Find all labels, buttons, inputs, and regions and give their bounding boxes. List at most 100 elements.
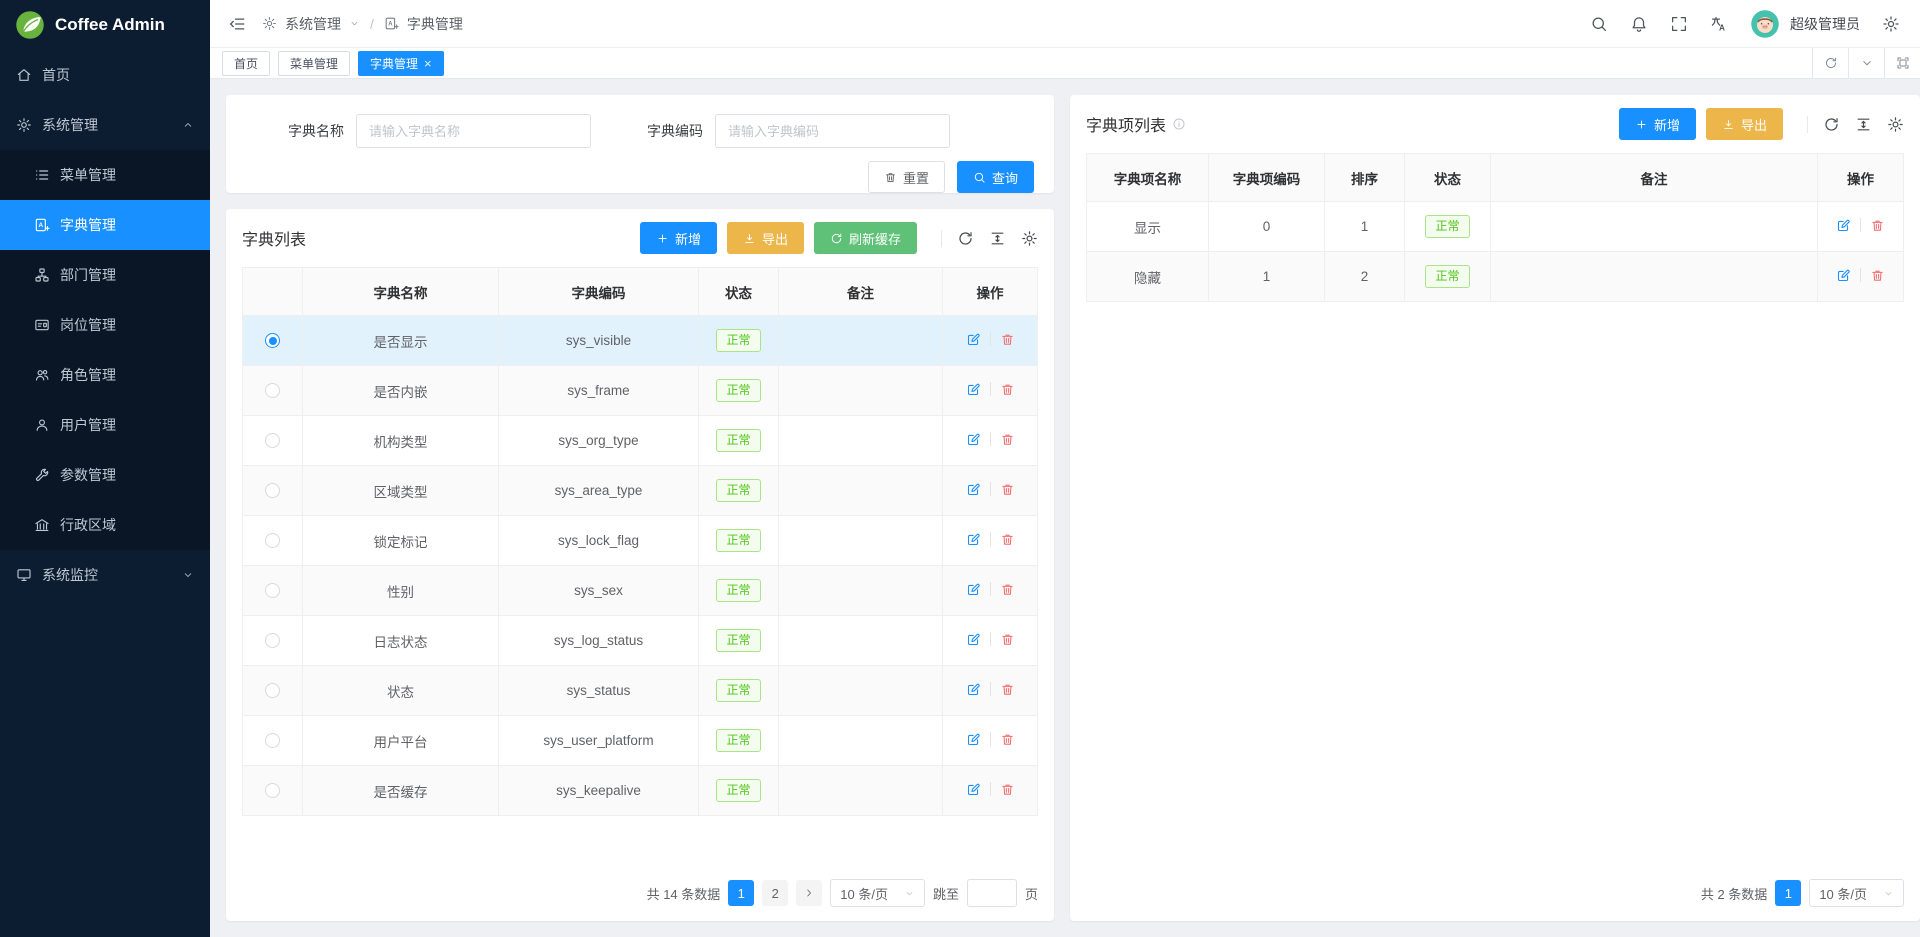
column-header: 状态 <box>1405 154 1491 202</box>
sidebar-group-system[interactable]: 系统管理 <box>0 100 210 150</box>
export-button[interactable]: 导出 <box>727 222 804 254</box>
delete-icon[interactable] <box>1000 532 1015 547</box>
refresh-icon[interactable] <box>957 230 974 247</box>
edit-icon[interactable] <box>966 632 981 647</box>
table-row[interactable]: 是否内嵌sys_frame正常 <box>243 366 1038 416</box>
delete-icon[interactable] <box>1870 218 1885 233</box>
line-height-icon[interactable] <box>1855 116 1872 133</box>
delete-icon[interactable] <box>1870 268 1885 283</box>
delete-icon[interactable] <box>1000 332 1015 347</box>
row-radio[interactable] <box>265 433 280 448</box>
page-size-select[interactable]: 10 条/页 <box>830 879 925 907</box>
page-button-1[interactable]: 1 <box>1775 880 1801 906</box>
edit-icon[interactable] <box>966 382 981 397</box>
refresh-tab-button[interactable] <box>1812 48 1848 78</box>
next-page-button[interactable] <box>796 880 822 906</box>
delete-icon[interactable] <box>1000 432 1015 447</box>
tab-options-button[interactable] <box>1848 48 1884 78</box>
table-row[interactable]: 隐藏12正常 <box>1087 252 1904 302</box>
add-button[interactable]: 新增 <box>640 222 717 254</box>
sidebar-item-label: 岗位管理 <box>60 315 116 335</box>
chevron-down-icon[interactable] <box>349 18 360 29</box>
edit-icon[interactable] <box>1836 268 1851 283</box>
column-header: 字典名称 <box>303 268 499 316</box>
dict-table: 字典名称 字典编码 状态 备注 操作 是否显示sys_visible正常是否内嵌… <box>242 267 1038 816</box>
delete-icon[interactable] <box>1000 782 1015 797</box>
translate-icon[interactable]: A <box>1710 15 1728 33</box>
table-row[interactable]: 显示01正常 <box>1087 202 1904 252</box>
settings-gear-icon[interactable] <box>1882 15 1900 33</box>
edit-icon[interactable] <box>966 432 981 447</box>
edit-icon[interactable] <box>966 732 981 747</box>
row-radio[interactable] <box>265 483 280 498</box>
table-row[interactable]: 性别sys_sex正常 <box>243 566 1038 616</box>
page-button-2[interactable]: 2 <box>762 880 788 906</box>
query-button[interactable]: 查询 <box>957 161 1034 193</box>
search-icon[interactable] <box>1590 15 1608 33</box>
refresh-cache-button[interactable]: 刷新缓存 <box>814 222 917 254</box>
line-height-icon[interactable] <box>989 230 1006 247</box>
breadcrumb-parent[interactable]: 系统管理 <box>285 14 341 34</box>
sidebar-item-home[interactable]: 首页 <box>0 50 210 100</box>
menu-fold-icon[interactable] <box>228 15 246 33</box>
bell-icon[interactable] <box>1630 15 1648 33</box>
sidebar-item-dept-mgmt[interactable]: 部门管理 <box>0 250 210 300</box>
row-radio[interactable] <box>265 383 280 398</box>
dict-name-input[interactable] <box>356 114 591 148</box>
maximize-button[interactable] <box>1884 48 1920 78</box>
row-radio[interactable] <box>265 633 280 648</box>
edit-icon[interactable] <box>966 332 981 347</box>
edit-icon[interactable] <box>966 532 981 547</box>
sidebar-item-dict-mgmt[interactable]: A 字典管理 <box>0 200 210 250</box>
row-radio[interactable] <box>265 683 280 698</box>
edit-icon[interactable] <box>966 682 981 697</box>
export-item-button[interactable]: 导出 <box>1706 108 1783 140</box>
sidebar-item-param-mgmt[interactable]: 参数管理 <box>0 450 210 500</box>
page-size-select[interactable]: 10 条/页 <box>1809 879 1904 907</box>
refresh-icon[interactable] <box>1823 116 1840 133</box>
table-row[interactable]: 用户平台sys_user_platform正常 <box>243 716 1038 766</box>
row-radio[interactable] <box>265 533 280 548</box>
fullscreen-icon[interactable] <box>1670 15 1688 33</box>
delete-icon[interactable] <box>1000 632 1015 647</box>
page-button-1[interactable]: 1 <box>728 880 754 906</box>
jump-page-input[interactable] <box>967 879 1017 907</box>
tab-close-icon[interactable]: × <box>424 57 432 70</box>
reset-button[interactable]: 重置 <box>868 161 945 193</box>
column-settings-gear-icon[interactable] <box>1021 230 1038 247</box>
edit-icon[interactable] <box>966 782 981 797</box>
table-row[interactable]: 机构类型sys_org_type正常 <box>243 416 1038 466</box>
row-radio[interactable] <box>265 783 280 798</box>
sidebar-item-admin-region[interactable]: 行政区域 <box>0 500 210 550</box>
row-radio[interactable] <box>265 583 280 598</box>
row-radio[interactable] <box>265 733 280 748</box>
table-row[interactable]: 区域类型sys_area_type正常 <box>243 466 1038 516</box>
add-item-button[interactable]: 新增 <box>1619 108 1696 140</box>
edit-icon[interactable] <box>966 582 981 597</box>
delete-icon[interactable] <box>1000 582 1015 597</box>
table-row[interactable]: 是否缓存sys_keepalive正常 <box>243 766 1038 816</box>
tab-home[interactable]: 首页 <box>222 51 270 76</box>
column-settings-gear-icon[interactable] <box>1887 116 1904 133</box>
table-row[interactable]: 日志状态sys_log_status正常 <box>243 616 1038 666</box>
edit-icon[interactable] <box>966 482 981 497</box>
sidebar-item-post-mgmt[interactable]: 岗位管理 <box>0 300 210 350</box>
edit-icon[interactable] <box>1836 218 1851 233</box>
table-row[interactable]: 锁定标记sys_lock_flag正常 <box>243 516 1038 566</box>
avatar[interactable] <box>1750 9 1780 39</box>
row-radio[interactable] <box>265 333 280 348</box>
sidebar-item-menu-mgmt[interactable]: 菜单管理 <box>0 150 210 200</box>
user-name[interactable]: 超级管理员 <box>1790 14 1860 34</box>
delete-icon[interactable] <box>1000 482 1015 497</box>
sidebar-group-monitor[interactable]: 系统监控 <box>0 550 210 600</box>
delete-icon[interactable] <box>1000 732 1015 747</box>
dict-code-input[interactable] <box>715 114 950 148</box>
table-row[interactable]: 是否显示sys_visible正常 <box>243 316 1038 366</box>
tab-dict-mgmt[interactable]: 字典管理 × <box>358 51 444 76</box>
table-row[interactable]: 状态sys_status正常 <box>243 666 1038 716</box>
sidebar-item-user-mgmt[interactable]: 用户管理 <box>0 400 210 450</box>
sidebar-item-role-mgmt[interactable]: 角色管理 <box>0 350 210 400</box>
delete-icon[interactable] <box>1000 382 1015 397</box>
delete-icon[interactable] <box>1000 682 1015 697</box>
tab-menu-mgmt[interactable]: 菜单管理 <box>278 51 350 76</box>
